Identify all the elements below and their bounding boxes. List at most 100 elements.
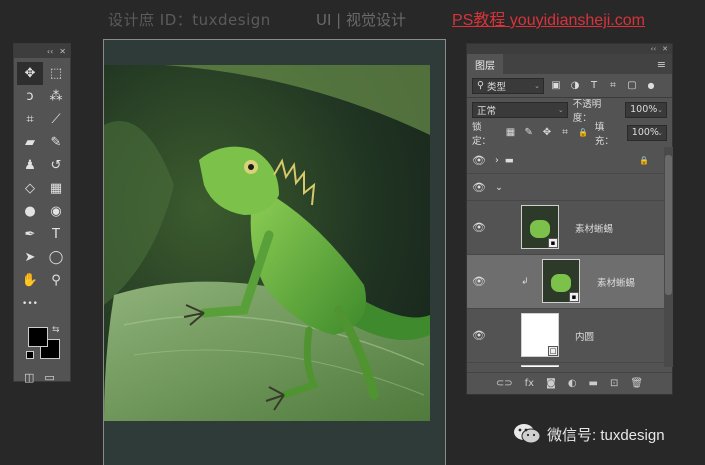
layers-tab-row: 图层 ≡ (467, 54, 672, 74)
wechat-id-label: 微信号: tuxdesign (547, 426, 665, 444)
filter-kind-value: 类型 (486, 81, 506, 93)
lock-transparent-icon[interactable]: ▦ (504, 126, 517, 140)
lock-row: 锁定： ▦ ✎ ✥ ⌗ 🔒 填充： 100% ⌄ (467, 121, 672, 147)
eye-icon[interactable]: 👁 (467, 154, 491, 167)
chevron-down-icon: ⌄ (557, 105, 564, 114)
more-tools-icon[interactable]: ••• (17, 292, 43, 315)
shape-filter-icon[interactable]: ⌗ (606, 79, 620, 93)
search-icon: ⚲ (477, 80, 487, 91)
lizard-image (104, 65, 430, 421)
layer-row-lizard-clipped[interactable]: 👁 ↲ ▪ 素材蜥蜴 (467, 255, 664, 309)
type-filter-icon[interactable]: T (587, 79, 601, 93)
foreground-color-swatch[interactable] (28, 327, 48, 347)
blur-tool-icon[interactable]: ● (17, 200, 43, 223)
fx-icon[interactable]: fx (525, 378, 534, 389)
expand-arrow-icon[interactable]: › (495, 155, 499, 166)
layer-row-lizard[interactable]: 👁 ▪ 素材蜥蜴 (467, 201, 664, 255)
lock-all-icon[interactable]: 🔒 (577, 126, 590, 140)
shape-layer-icon: □ (548, 346, 558, 356)
pixel-filter-icon[interactable]: ▣ (549, 79, 563, 93)
color-swatches: ⇆ (14, 323, 70, 369)
layer-thumbnail: ▪ (521, 205, 559, 249)
type-tool-icon[interactable]: T (43, 223, 69, 246)
layer-name: 素材蜥蜴 (575, 223, 614, 235)
new-group-icon[interactable]: ▬ (589, 378, 598, 389)
link-layers-icon[interactable]: ⊂⊃ (496, 378, 513, 389)
filter-kind-select[interactable]: ⚲ 类型 ⌄ (472, 77, 544, 94)
layer-name: 素材蜥蜴 (597, 277, 636, 289)
chevron-down-icon: ⌄ (657, 128, 663, 137)
healing-brush-tool-icon[interactable]: ▰ (17, 131, 43, 154)
history-brush-tool-icon[interactable]: ↺ (43, 154, 69, 177)
lock-image-icon[interactable]: ✎ (522, 126, 535, 140)
blend-mode-value: 正常 (477, 105, 497, 117)
collapse-arrow-icon[interactable]: ⌄ (495, 182, 503, 193)
mode-buttons: ◫ ▭ (14, 371, 70, 384)
lock-artboard-icon[interactable]: ⌗ (559, 126, 572, 140)
layer-row-inner-circle[interactable]: 👁 □ 内圆 (467, 309, 664, 363)
close-icon[interactable]: ✕ (662, 45, 668, 53)
watermark-site-link[interactable]: PS教程 youyidiansheji.com (452, 6, 645, 30)
eraser-tool-icon[interactable]: ◇ (17, 177, 43, 200)
new-layer-icon[interactable]: ⊡ (610, 378, 618, 389)
brush-tool-icon[interactable]: ✎ (43, 131, 69, 154)
eye-icon[interactable]: 👁 (467, 221, 491, 234)
eye-icon[interactable]: 👁 (467, 329, 491, 342)
lizard-thumbnail-shape (530, 220, 550, 238)
lizard-photo (104, 65, 430, 421)
dodge-tool-icon[interactable]: ◉ (43, 200, 69, 223)
ellipse-tool-icon[interactable]: ◯ (43, 246, 69, 269)
swap-colors-icon[interactable]: ⇆ (52, 325, 60, 335)
default-colors-icon[interactable] (26, 351, 34, 359)
layers-panel-titlebar: ‹‹ ✕ (467, 44, 672, 54)
layers-panel: ‹‹ ✕ 图层 ≡ ⚲ 类型 ⌄ ▣ ◑ T ⌗ ▢ ● 正常 ⌄ 不透明度： … (466, 43, 673, 395)
eye-icon[interactable]: 👁 (467, 181, 491, 194)
lock-icon: 🔒 (639, 155, 649, 165)
layers-scrollbar[interactable] (664, 147, 673, 367)
magic-wand-tool-icon[interactable]: ⁂ (43, 85, 69, 108)
close-icon[interactable]: ✕ (59, 47, 66, 56)
lock-position-icon[interactable]: ✥ (540, 126, 553, 140)
trash-icon[interactable]: 🗑 (630, 378, 643, 389)
fill-value: 100% (631, 127, 659, 138)
collapse-icon[interactable]: ‹‹ (651, 45, 657, 53)
document-canvas[interactable] (103, 39, 446, 465)
layer-thumbnail: ▪ (542, 259, 580, 303)
lock-label: 锁定： (472, 121, 492, 147)
fill-field[interactable]: 100% ⌄ (626, 124, 667, 141)
move-tool-icon[interactable]: ✥ (17, 62, 43, 85)
filter-toggle-icon[interactable]: ● (644, 79, 658, 93)
filter-row: ⚲ 类型 ⌄ ▣ ◑ T ⌗ ▢ ● (467, 74, 672, 97)
scrollbar-thumb[interactable] (665, 155, 672, 295)
layer-group-row[interactable]: 👁 › ▬ 🔒 (467, 147, 664, 174)
layer-thumbnail (521, 365, 559, 367)
quick-mask-icon[interactable]: ◫ (24, 371, 34, 384)
eyedropper-tool-icon[interactable]: ⟋ (43, 108, 69, 131)
adjustment-filter-icon[interactable]: ◑ (568, 79, 582, 93)
hand-tool-icon[interactable]: ✋ (17, 269, 43, 292)
zoom-tool-icon[interactable]: ⚲ (43, 269, 69, 292)
screen-mode-icon[interactable]: ▭ (44, 371, 54, 384)
stamp-tool-icon[interactable]: ♟ (17, 154, 43, 177)
blend-mode-select[interactable]: 正常 ⌄ (472, 101, 568, 118)
gradient-tool-icon[interactable]: ▦ (43, 177, 69, 200)
panel-menu-icon[interactable]: ≡ (657, 58, 666, 71)
watermark-category: UI | 视觉设计 (316, 11, 406, 29)
eye-icon[interactable]: 👁 (467, 275, 491, 288)
wechat-watermark: 微信号: tuxdesign (513, 423, 665, 445)
lasso-tool-icon[interactable]: ↄ (17, 85, 43, 108)
layer-row-shape[interactable] (467, 363, 664, 367)
collapse-icon[interactable]: ‹‹ (47, 47, 53, 56)
watermark-designer-id: 设计庶 ID：tuxdesign (108, 11, 271, 29)
layer-group-row-expanded[interactable]: 👁 ⌄ (467, 174, 664, 201)
crop-tool-icon[interactable]: ⌗ (17, 108, 43, 131)
adjustment-layer-icon[interactable]: ◐ (568, 378, 577, 389)
marquee-tool-icon[interactable]: ⬚ (43, 62, 69, 85)
pen-tool-icon[interactable]: ✒ (17, 223, 43, 246)
layers-footer: ⊂⊃ fx ◙ ◐ ▬ ⊡ 🗑 (467, 372, 672, 394)
add-mask-icon[interactable]: ◙ (546, 378, 556, 389)
path-select-tool-icon[interactable]: ➤ (17, 246, 43, 269)
opacity-field[interactable]: 100% ⌄ (625, 101, 668, 118)
tab-layers[interactable]: 图层 (467, 54, 503, 74)
smart-object-filter-icon[interactable]: ▢ (625, 79, 639, 93)
